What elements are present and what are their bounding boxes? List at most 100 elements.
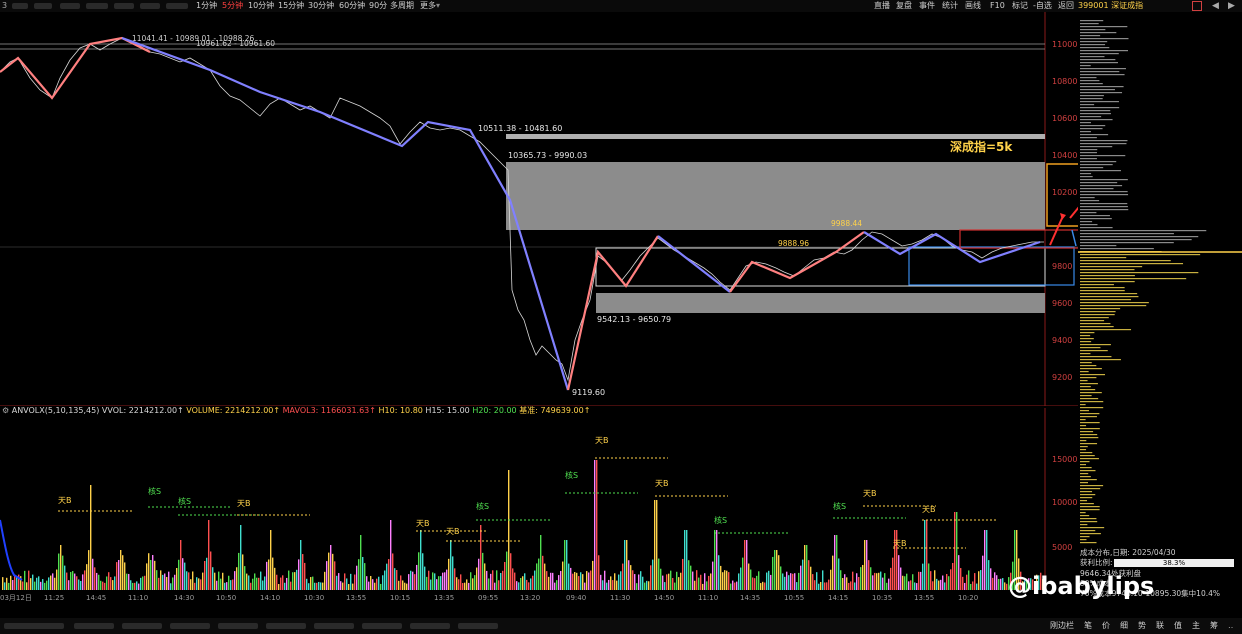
time-tick: 13:55	[914, 594, 935, 602]
volume-chart[interactable]: 天B 核S 核S 天B 天B 天B 核S 天B 核S 天B 核S 核S 天B 天…	[0, 408, 1078, 592]
volume-bar	[294, 572, 296, 590]
chip-bar	[1080, 473, 1089, 475]
volume-bar	[592, 560, 594, 590]
tool-live[interactable]: 直播	[874, 0, 890, 12]
tool-watchlist[interactable]: -自选	[1033, 0, 1052, 12]
volume-bar	[296, 569, 298, 590]
tab-main[interactable]: 主	[1192, 618, 1200, 634]
timeframe-1min[interactable]: 1分钟	[196, 0, 217, 12]
volume-bar	[966, 574, 968, 590]
volume-bar	[230, 580, 232, 590]
timeframe-5min[interactable]: 5分钟	[222, 0, 243, 12]
volume-bar	[838, 558, 840, 590]
volume-bar	[218, 571, 220, 590]
volume-bar	[962, 576, 964, 590]
profit-ratio-bar: 38.3%	[1114, 559, 1234, 567]
tab-trend[interactable]: 势	[1138, 618, 1146, 634]
volume-bar	[584, 582, 586, 590]
volume-bar	[38, 576, 40, 590]
chip-bar	[1080, 26, 1128, 28]
volume-bar	[176, 567, 178, 590]
prev-icon[interactable]: ◀	[1212, 0, 1219, 12]
timeframe-30min[interactable]: 30分钟	[308, 0, 334, 12]
tab-pen[interactable]: 笔	[1084, 618, 1092, 634]
volume-bar	[876, 573, 878, 590]
volume-bar	[542, 555, 544, 590]
timeframe-more[interactable]: 更多	[420, 0, 436, 12]
chip-bar	[1080, 458, 1099, 460]
tool-draw[interactable]: 画线	[965, 0, 981, 12]
volume-bar	[278, 583, 280, 590]
volume-bar	[130, 580, 132, 590]
tool-f10[interactable]: F10	[990, 0, 1005, 12]
volume-bar	[116, 562, 118, 590]
volume-bar	[808, 560, 810, 590]
timeframe-multi[interactable]: 多周期	[390, 0, 414, 12]
volume-bar	[588, 572, 590, 590]
timeframe-10min[interactable]: 10分钟	[248, 0, 274, 12]
tool-replay[interactable]: 复盘	[896, 0, 912, 12]
price-tick: 9600	[1052, 299, 1072, 308]
volume-bar	[650, 565, 652, 590]
volume-bar	[848, 582, 850, 590]
chip-bar	[1080, 350, 1108, 352]
tab-link[interactable]: 联	[1156, 618, 1164, 634]
volume-bar	[442, 572, 444, 590]
volume-bar	[168, 571, 170, 590]
volume-bar	[94, 567, 96, 590]
volume-bar	[172, 577, 174, 590]
volume-bar	[356, 565, 358, 590]
volume-bar	[598, 555, 600, 590]
chip-bar	[1080, 431, 1094, 433]
volume-bar	[70, 571, 72, 590]
settings-icon[interactable]	[1192, 1, 1202, 11]
chip-bar	[1080, 143, 1127, 145]
chip-bar	[1080, 38, 1129, 40]
tool-back[interactable]: 返回	[1058, 0, 1074, 12]
tab-value[interactable]: 值	[1174, 618, 1182, 634]
volume-bar	[840, 570, 842, 590]
volume-bar	[868, 560, 870, 590]
chip-bar	[1080, 182, 1118, 184]
tool-event[interactable]: 事件	[919, 0, 935, 12]
tool-mark[interactable]: 标记	[1012, 0, 1028, 12]
chip-bar	[1080, 95, 1104, 97]
timeframe-90min[interactable]: 90分	[369, 0, 387, 12]
timeframe-60min[interactable]: 60分钟	[339, 0, 365, 12]
volume-bar	[400, 575, 402, 590]
volume-bar	[1000, 578, 1002, 590]
chip-bar	[1080, 464, 1087, 466]
volume-bar	[402, 580, 404, 590]
tool-stats[interactable]: 统计	[942, 0, 958, 12]
volume-tick: 10000	[1052, 498, 1077, 507]
volume-bar	[210, 551, 212, 590]
volume-bar	[104, 582, 106, 590]
more-icon[interactable]: ‥	[1228, 618, 1233, 634]
volume-bar	[644, 582, 646, 590]
tab-detail[interactable]: 细	[1120, 618, 1128, 634]
chip-bar	[1080, 527, 1105, 529]
volume-bar	[898, 555, 900, 590]
volume-bar	[620, 571, 622, 590]
volume-bar	[754, 578, 756, 590]
chip-bar	[1080, 35, 1101, 37]
tab-price[interactable]: 价	[1102, 618, 1110, 634]
chip-bar	[1080, 377, 1097, 379]
sidebar-toggle[interactable]: 刚边栏	[1050, 618, 1074, 634]
volume-bar	[196, 577, 198, 590]
volume-bar	[64, 565, 66, 590]
time-tick: 09:40	[566, 594, 587, 602]
volume-bar	[528, 582, 530, 590]
panel-indicator: 3	[2, 1, 8, 10]
volume-bar	[222, 572, 224, 590]
volume-bar	[476, 567, 478, 590]
chevron-down-icon[interactable]: ▾	[436, 0, 440, 12]
next-icon[interactable]: ▶	[1228, 0, 1235, 12]
price-chart[interactable]: 11000 10800 10600 10400 10200 9800 9600 …	[0, 12, 1078, 406]
volume-bar	[398, 580, 400, 590]
volume-bar	[674, 582, 676, 590]
timeframe-15min[interactable]: 15分钟	[278, 0, 304, 12]
volume-bar	[416, 564, 418, 590]
tab-chips[interactable]: 筹	[1210, 618, 1218, 634]
chip-bar	[1080, 479, 1097, 481]
